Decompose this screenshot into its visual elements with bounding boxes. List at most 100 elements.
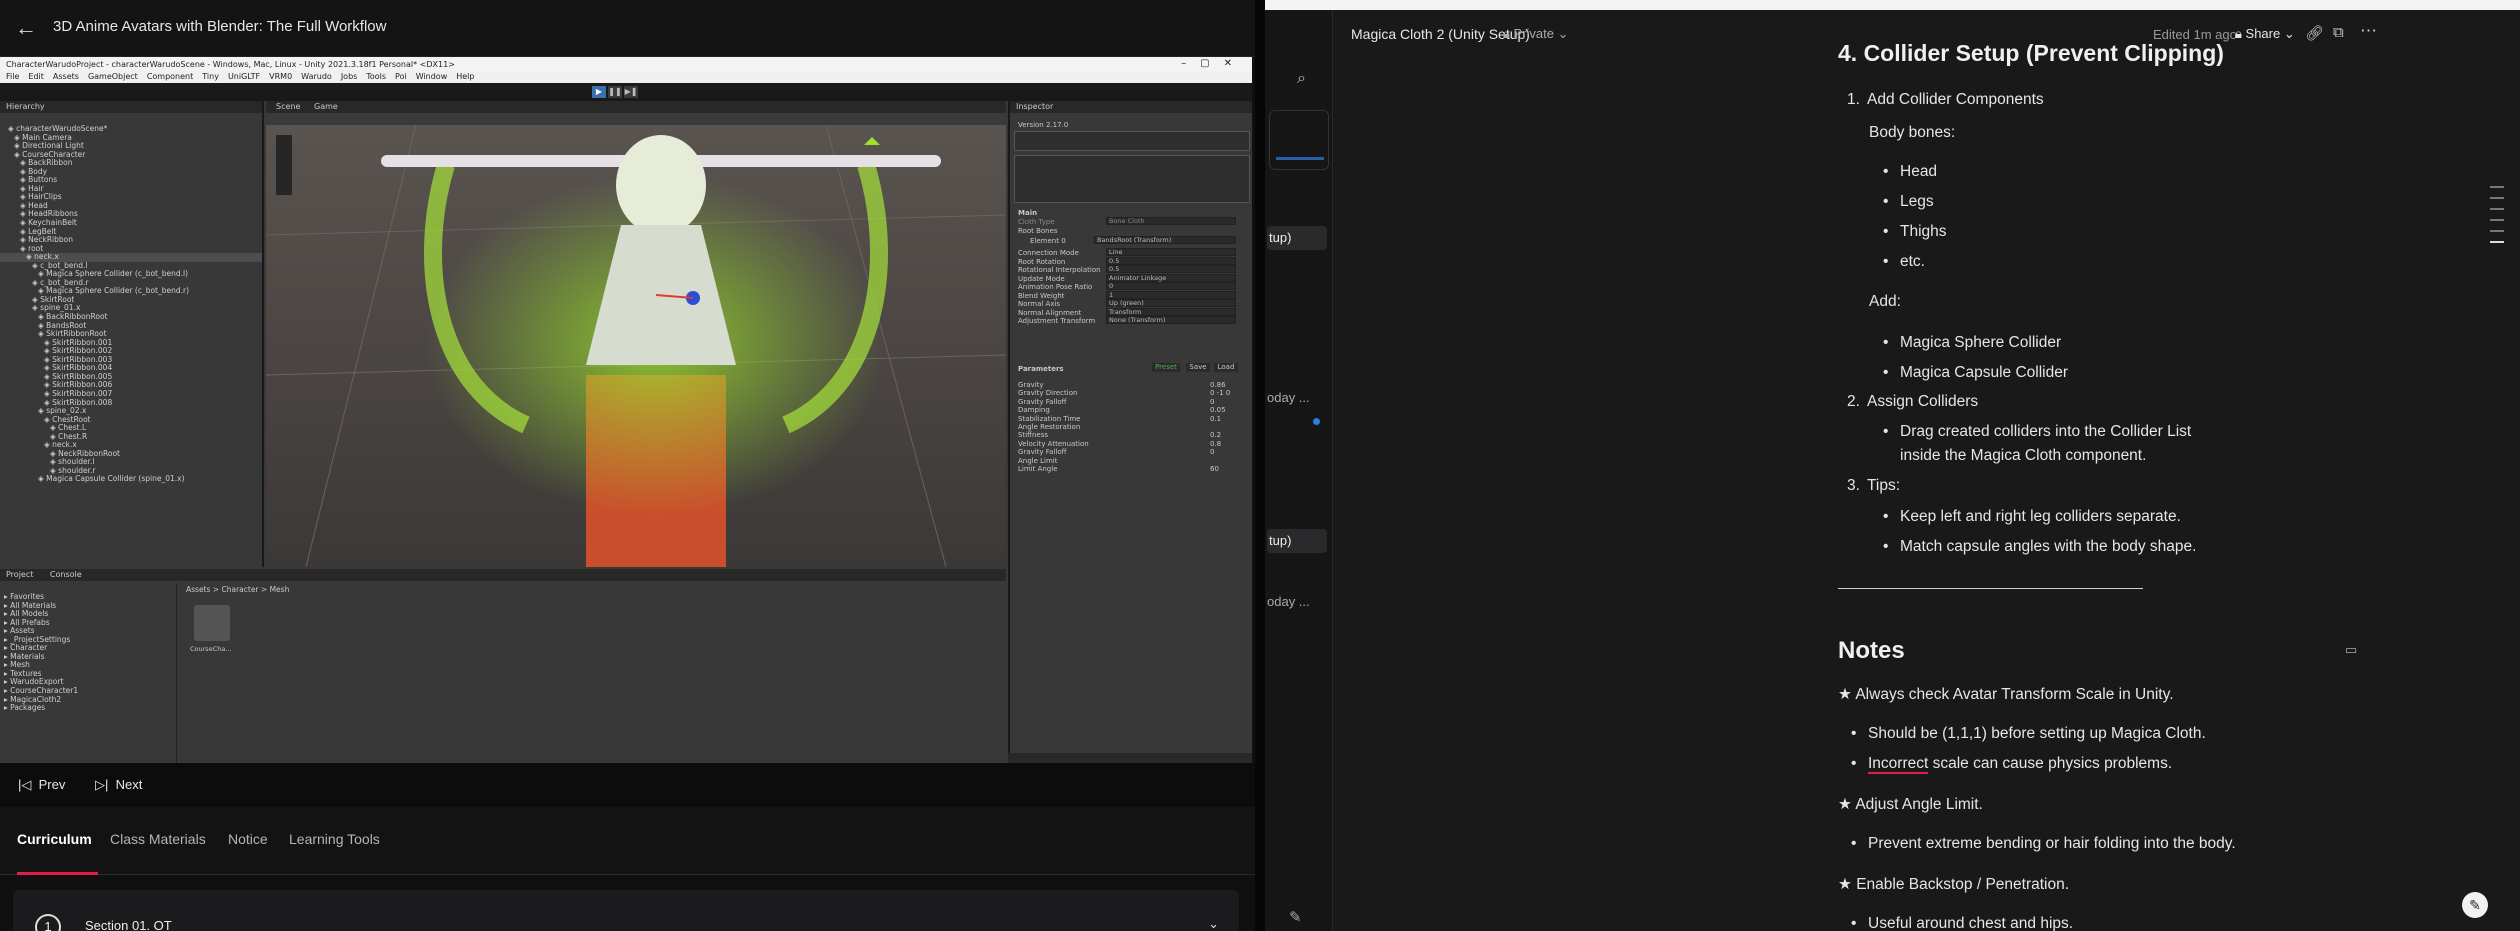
- hierarchy-item[interactable]: ◈ Magica Capsule Collider (spine_01.x): [0, 475, 262, 484]
- hierarchy-item[interactable]: ◈ SkirtRibbon.005: [0, 372, 262, 382]
- course-title: 3D Anime Avatars with Blender: The Full …: [53, 18, 387, 35]
- hierarchy-item[interactable]: ◈ SkirtRibbon.002: [0, 346, 262, 356]
- breadcrumb-item[interactable]: Assets: [186, 585, 210, 594]
- hierarchy-item[interactable]: ◈ neck.x: [0, 440, 262, 450]
- param-value[interactable]: 0 -1 0: [1210, 389, 1230, 397]
- inspector-field-value[interactable]: 0: [1106, 282, 1236, 290]
- section-card[interactable]: 1 Section 01. OT ⌄: [13, 890, 1239, 931]
- hierarchy-item[interactable]: ◈ shoulder.l: [0, 458, 262, 467]
- hierarchy-item[interactable]: ◈ NeckRibbonRoot: [0, 449, 262, 459]
- window-controls-icon: –▢✕: [1181, 58, 1246, 69]
- param-value[interactable]: 60: [1210, 465, 1219, 473]
- menu-item[interactable]: Poi: [395, 72, 407, 81]
- hierarchy-item[interactable]: ◈ SkirtRibbon.006: [0, 381, 262, 390]
- prev-button[interactable]: |◁ Prev: [18, 777, 65, 793]
- hierarchy-item[interactable]: ◈ Chest.R: [0, 432, 262, 442]
- param-value[interactable]: 0.05: [1210, 406, 1226, 414]
- inspector-field-label: Root Rotation: [1018, 257, 1066, 266]
- param-value[interactable]: 0.8: [1210, 440, 1221, 448]
- tab-notice[interactable]: Notice: [228, 831, 268, 847]
- hierarchy-item[interactable]: ◈ SkirtRibbonRoot: [0, 329, 262, 339]
- breadcrumb-item[interactable]: Mesh: [270, 585, 290, 594]
- misspelled-word[interactable]: Incorrect: [1868, 755, 1929, 774]
- sidebar-item[interactable]: oday ...: [1267, 390, 1310, 405]
- hierarchy-item[interactable]: ◈ ChestRoot: [0, 415, 262, 425]
- parameters-label: Parameters: [1018, 365, 1064, 373]
- param-value[interactable]: 0.86: [1210, 381, 1226, 389]
- menu-item[interactable]: File: [6, 72, 19, 81]
- menu-item[interactable]: UniGLTF: [228, 72, 260, 81]
- hierarchy-item[interactable]: ◈ SkirtRibbon.004: [0, 364, 262, 373]
- project-tab: Project: [6, 570, 34, 579]
- sidebar-item[interactable]: tup): [1267, 529, 1327, 553]
- menu-item[interactable]: GameObject: [88, 72, 138, 81]
- list-item: Head: [1883, 163, 1937, 181]
- inspector-field-value[interactable]: None (Transform): [1106, 316, 1236, 324]
- save-preset-button[interactable]: Save: [1186, 363, 1210, 372]
- cloth-type-value[interactable]: Bone Cloth: [1106, 217, 1236, 225]
- hierarchy-item-label: Magica Capsule Collider (spine_01.x): [46, 474, 185, 484]
- doc-body[interactable]: 4. Collider Setup (Prevent Clipping) 1. …: [1345, 0, 2445, 931]
- search-icon[interactable]: ⌕: [1297, 70, 1306, 88]
- project-item[interactable]: ▸ Packages: [4, 704, 174, 713]
- inspector-field-value[interactable]: 1: [1106, 290, 1236, 299]
- outline-minimap[interactable]: [2490, 186, 2504, 252]
- preset-button[interactable]: Preset: [1152, 363, 1180, 372]
- inspector-field-value[interactable]: Animator Linkage: [1106, 273, 1236, 282]
- assistant-icon[interactable]: ✎: [2462, 892, 2488, 918]
- unity-toolbar: ▶ ❚❚ ▶❚: [0, 83, 1252, 101]
- list-item: Assign Colliders: [1867, 393, 1979, 410]
- menu-item[interactable]: Tiny: [202, 72, 219, 81]
- menu-item[interactable]: VRM0: [269, 72, 292, 81]
- outline-mark: [2490, 230, 2504, 232]
- menu-item[interactable]: Tools: [366, 72, 386, 81]
- sidebar-item[interactable]: oday ...: [1267, 594, 1310, 609]
- inspector-field-value[interactable]: 0.5: [1106, 265, 1236, 273]
- menu-item[interactable]: Edit: [28, 72, 44, 81]
- inspector-field-label: Adjustment Transform: [1018, 317, 1096, 325]
- inspector-field-value[interactable]: Line: [1106, 248, 1236, 256]
- param-value[interactable]: 0: [1210, 448, 1214, 456]
- menu-item[interactable]: Warudo: [301, 72, 332, 81]
- inspector-field-label: Rotational Interpolation: [1018, 266, 1101, 274]
- param-value[interactable]: 0.2: [1210, 431, 1221, 439]
- new-note-icon[interactable]: ✎: [1289, 908, 1302, 926]
- unity-editor-video[interactable]: CharacterWarudoProject - characterWarudo…: [0, 57, 1252, 763]
- next-icon: ▷|: [95, 777, 116, 792]
- comment-icon[interactable]: ▭: [2345, 642, 2357, 658]
- hierarchy-item[interactable]: ◈ SkirtRibbon.001: [0, 338, 262, 348]
- inspector-field-value[interactable]: 0.5: [1106, 256, 1236, 265]
- inspector-field-value[interactable]: Up (green): [1106, 299, 1236, 307]
- hierarchy-item[interactable]: ◈ Chest.L: [0, 423, 262, 433]
- tab-learning-tools[interactable]: Learning Tools: [289, 831, 380, 847]
- split-divider[interactable]: [1255, 0, 1265, 931]
- param-value[interactable]: 0: [1210, 398, 1214, 406]
- menu-item[interactable]: Help: [456, 72, 474, 81]
- sidebar-item[interactable]: tup): [1267, 226, 1327, 250]
- outline-mark: [2490, 208, 2504, 210]
- menu-item[interactable]: Window: [416, 72, 448, 81]
- tab-curriculum[interactable]: Curriculum: [17, 831, 92, 847]
- hierarchy-item[interactable]: ◈ SkirtRibbon.007: [0, 389, 262, 399]
- chevron-down-icon[interactable]: ⌄: [1208, 916, 1219, 931]
- load-preset-button[interactable]: Load: [1214, 363, 1238, 372]
- inspector-field-value[interactable]: Transform: [1106, 307, 1236, 316]
- menu-item[interactable]: Component: [147, 72, 193, 81]
- element0-value[interactable]: BandsRoot (Transform): [1094, 236, 1236, 244]
- param-value[interactable]: 0.1: [1210, 415, 1221, 423]
- prev-icon: |◁: [18, 777, 39, 792]
- next-button[interactable]: ▷| Next: [95, 777, 142, 793]
- menu-item[interactable]: Jobs: [341, 72, 358, 81]
- hierarchy-item[interactable]: ◈ SkirtRibbon.003: [0, 355, 262, 365]
- inspector-panel: Inspector Version 2.17.0 Main Cloth Type…: [1008, 101, 1252, 763]
- scene-tabs: Scene Game: [266, 101, 1006, 113]
- menu-item[interactable]: Assets: [53, 72, 79, 81]
- hierarchy-item[interactable]: ◈ spine_02.x: [0, 406, 262, 416]
- sidebar-card[interactable]: [1269, 110, 1329, 170]
- param-label: Limit Angle: [1018, 465, 1058, 473]
- tab-class-materials[interactable]: Class Materials: [110, 831, 206, 847]
- unity-status-bar: [1008, 753, 1252, 763]
- asset-name: CourseCha...: [190, 645, 232, 653]
- back-arrow-icon[interactable]: ←: [14, 16, 38, 40]
- breadcrumb-item[interactable]: Character: [221, 585, 258, 594]
